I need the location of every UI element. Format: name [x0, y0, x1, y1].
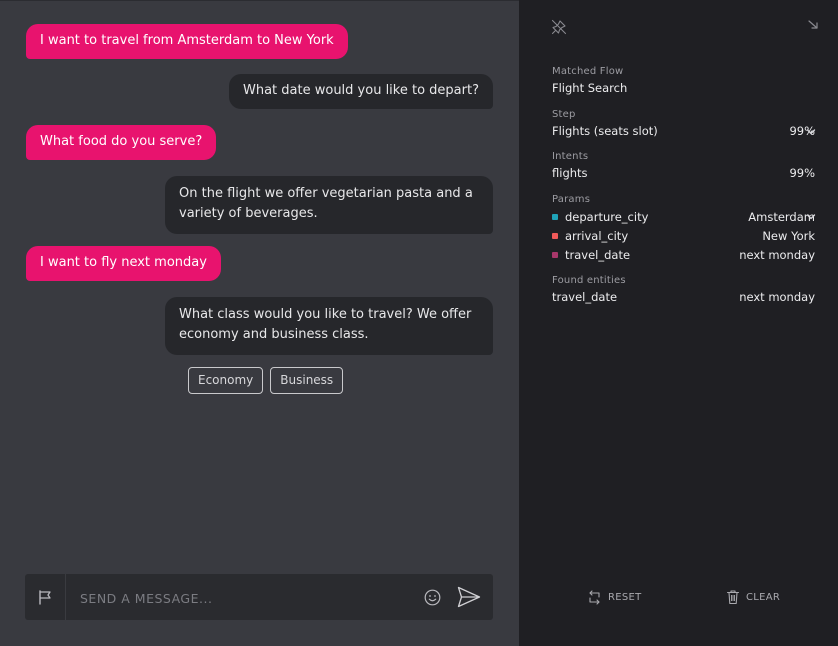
intents-label: Intents: [552, 151, 589, 162]
user-message: I want to fly next monday: [26, 246, 221, 281]
matched-flow-value: Flight Search: [552, 81, 628, 95]
param-color-dot: [552, 214, 558, 220]
message-composer: [25, 574, 493, 620]
param-name: travel_date: [565, 248, 631, 262]
reset-icon: [589, 589, 600, 605]
step-row: Flights (seats slot) 99%: [552, 124, 815, 140]
pin-off-icon: [551, 19, 567, 35]
reset-label: RESET: [608, 591, 642, 603]
step-name: Flights (seats slot): [552, 124, 658, 138]
debug-panel: Matched Flow Flight Search Step Flights …: [519, 0, 838, 646]
quick-reply-economy[interactable]: Economy: [188, 367, 264, 394]
param-row: travel_date next monday: [552, 248, 815, 264]
bot-message: What date would you like to depart?: [229, 74, 493, 109]
chevron-down-icon[interactable]: [806, 212, 816, 222]
found-entities-label: Found entities: [552, 275, 626, 286]
matched-flow-row: Flight Search: [552, 81, 815, 97]
param-name: arrival_city: [565, 229, 629, 243]
collapse-icon: [808, 20, 818, 29]
reset-button[interactable]: RESET: [587, 587, 642, 607]
flag-button[interactable]: [25, 574, 66, 620]
flag-icon: [39, 589, 51, 605]
bot-message: What class would you like to travel? We …: [165, 297, 493, 355]
param-value: next monday: [739, 248, 815, 262]
entity-row: travel_date next monday: [552, 290, 815, 306]
collapse-panel-button[interactable]: [806, 18, 820, 32]
entity-name: travel_date: [552, 290, 618, 304]
chat-top-divider: [0, 0, 519, 1]
intent-confidence: 99%: [789, 166, 815, 180]
params-label: Params: [552, 194, 591, 205]
quick-reply-business[interactable]: Business: [270, 367, 344, 394]
bot-message: On the flight we offer vegetarian pasta …: [165, 176, 493, 234]
intent-row: flights 99%: [552, 166, 815, 182]
param-value: Amsterdam: [748, 210, 815, 224]
message-input[interactable]: [78, 585, 412, 611]
trash-icon: [726, 590, 740, 605]
debug-actions: RESET CLEAR: [519, 587, 838, 607]
param-row: arrival_city New York: [552, 229, 815, 245]
entity-value: next monday: [739, 290, 815, 304]
clear-label: CLEAR: [746, 591, 781, 603]
step-label: Step: [552, 109, 576, 120]
param-value: New York: [762, 229, 815, 243]
quick-replies: Economy Business: [188, 367, 344, 394]
smiley-icon: [424, 589, 440, 605]
chat-panel: I want to travel from Amsterdam to New Y…: [0, 0, 519, 646]
clear-button[interactable]: CLEAR: [726, 587, 780, 607]
param-row: departure_city Amsterdam: [552, 210, 815, 226]
param-color-dot: [552, 233, 558, 239]
user-message: I want to travel from Amsterdam to New Y…: [26, 24, 348, 59]
matched-flow-label: Matched Flow: [552, 66, 624, 77]
intent-name: flights: [552, 166, 588, 180]
param-color-dot: [552, 252, 558, 258]
chevron-down-icon[interactable]: [806, 127, 816, 137]
user-message: What food do you serve?: [26, 125, 217, 160]
param-name: departure_city: [565, 210, 649, 224]
send-button[interactable]: [456, 585, 482, 609]
unpin-button[interactable]: [551, 19, 567, 35]
send-icon: [457, 586, 481, 608]
emoji-button[interactable]: [422, 587, 442, 607]
